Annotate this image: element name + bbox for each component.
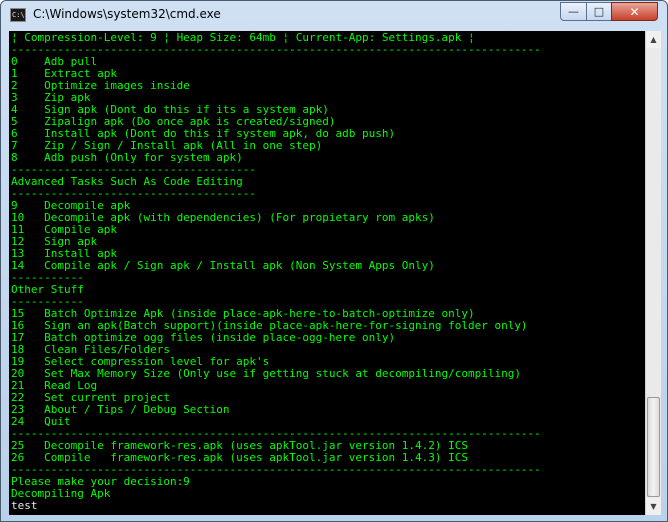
vertical-scrollbar[interactable]: ▲ ▼ [645, 31, 661, 515]
console-line-input: test [11, 499, 38, 512]
close-button[interactable]: ✕ [611, 2, 658, 21]
console-lines: ¦ Compression-Level: 9 ¦ Heap Size: 64mb… [9, 31, 645, 512]
scroll-up-arrow-icon[interactable]: ▲ [646, 31, 661, 48]
console-line-option: 23 About / Tips / Debug Section [11, 403, 230, 416]
title-bar[interactable]: C:\ C:\Windows\system32\cmd.exe — □ ✕ [1, 1, 667, 31]
console-line-rule: ----------------------------------------… [11, 43, 541, 56]
console-output[interactable]: ¦ Compression-Level: 9 ¦ Heap Size: 64mb… [9, 31, 645, 515]
cmd-window: C:\ C:\Windows\system32\cmd.exe — □ ✕ ¦ … [0, 0, 668, 522]
window-title: C:\Windows\system32\cmd.exe [33, 7, 221, 21]
console-line-option: 11 Compile apk [11, 223, 117, 236]
close-icon: ✕ [629, 4, 640, 19]
console-app-icon[interactable]: C:\ [10, 8, 26, 22]
minimize-button[interactable]: — [560, 2, 587, 21]
maximize-icon: □ [593, 5, 605, 18]
minimize-icon: — [568, 5, 579, 18]
console-line-option: 20 Set Max Memory Size (Only use if gett… [11, 367, 521, 380]
maximize-button[interactable]: □ [586, 2, 612, 21]
scrollbar-thumb[interactable] [647, 397, 660, 497]
console-line-output: Decompiling Apk [11, 487, 111, 500]
console-line-rule: ----------- [11, 271, 84, 284]
console-line-option: 2 Optimize images inside [11, 79, 190, 92]
console-line-section: Other Stuff [11, 283, 84, 296]
console-line-option: 14 Compile apk / Sign apk / Install apk … [11, 259, 435, 272]
scroll-down-arrow-icon[interactable]: ▼ [646, 498, 661, 515]
